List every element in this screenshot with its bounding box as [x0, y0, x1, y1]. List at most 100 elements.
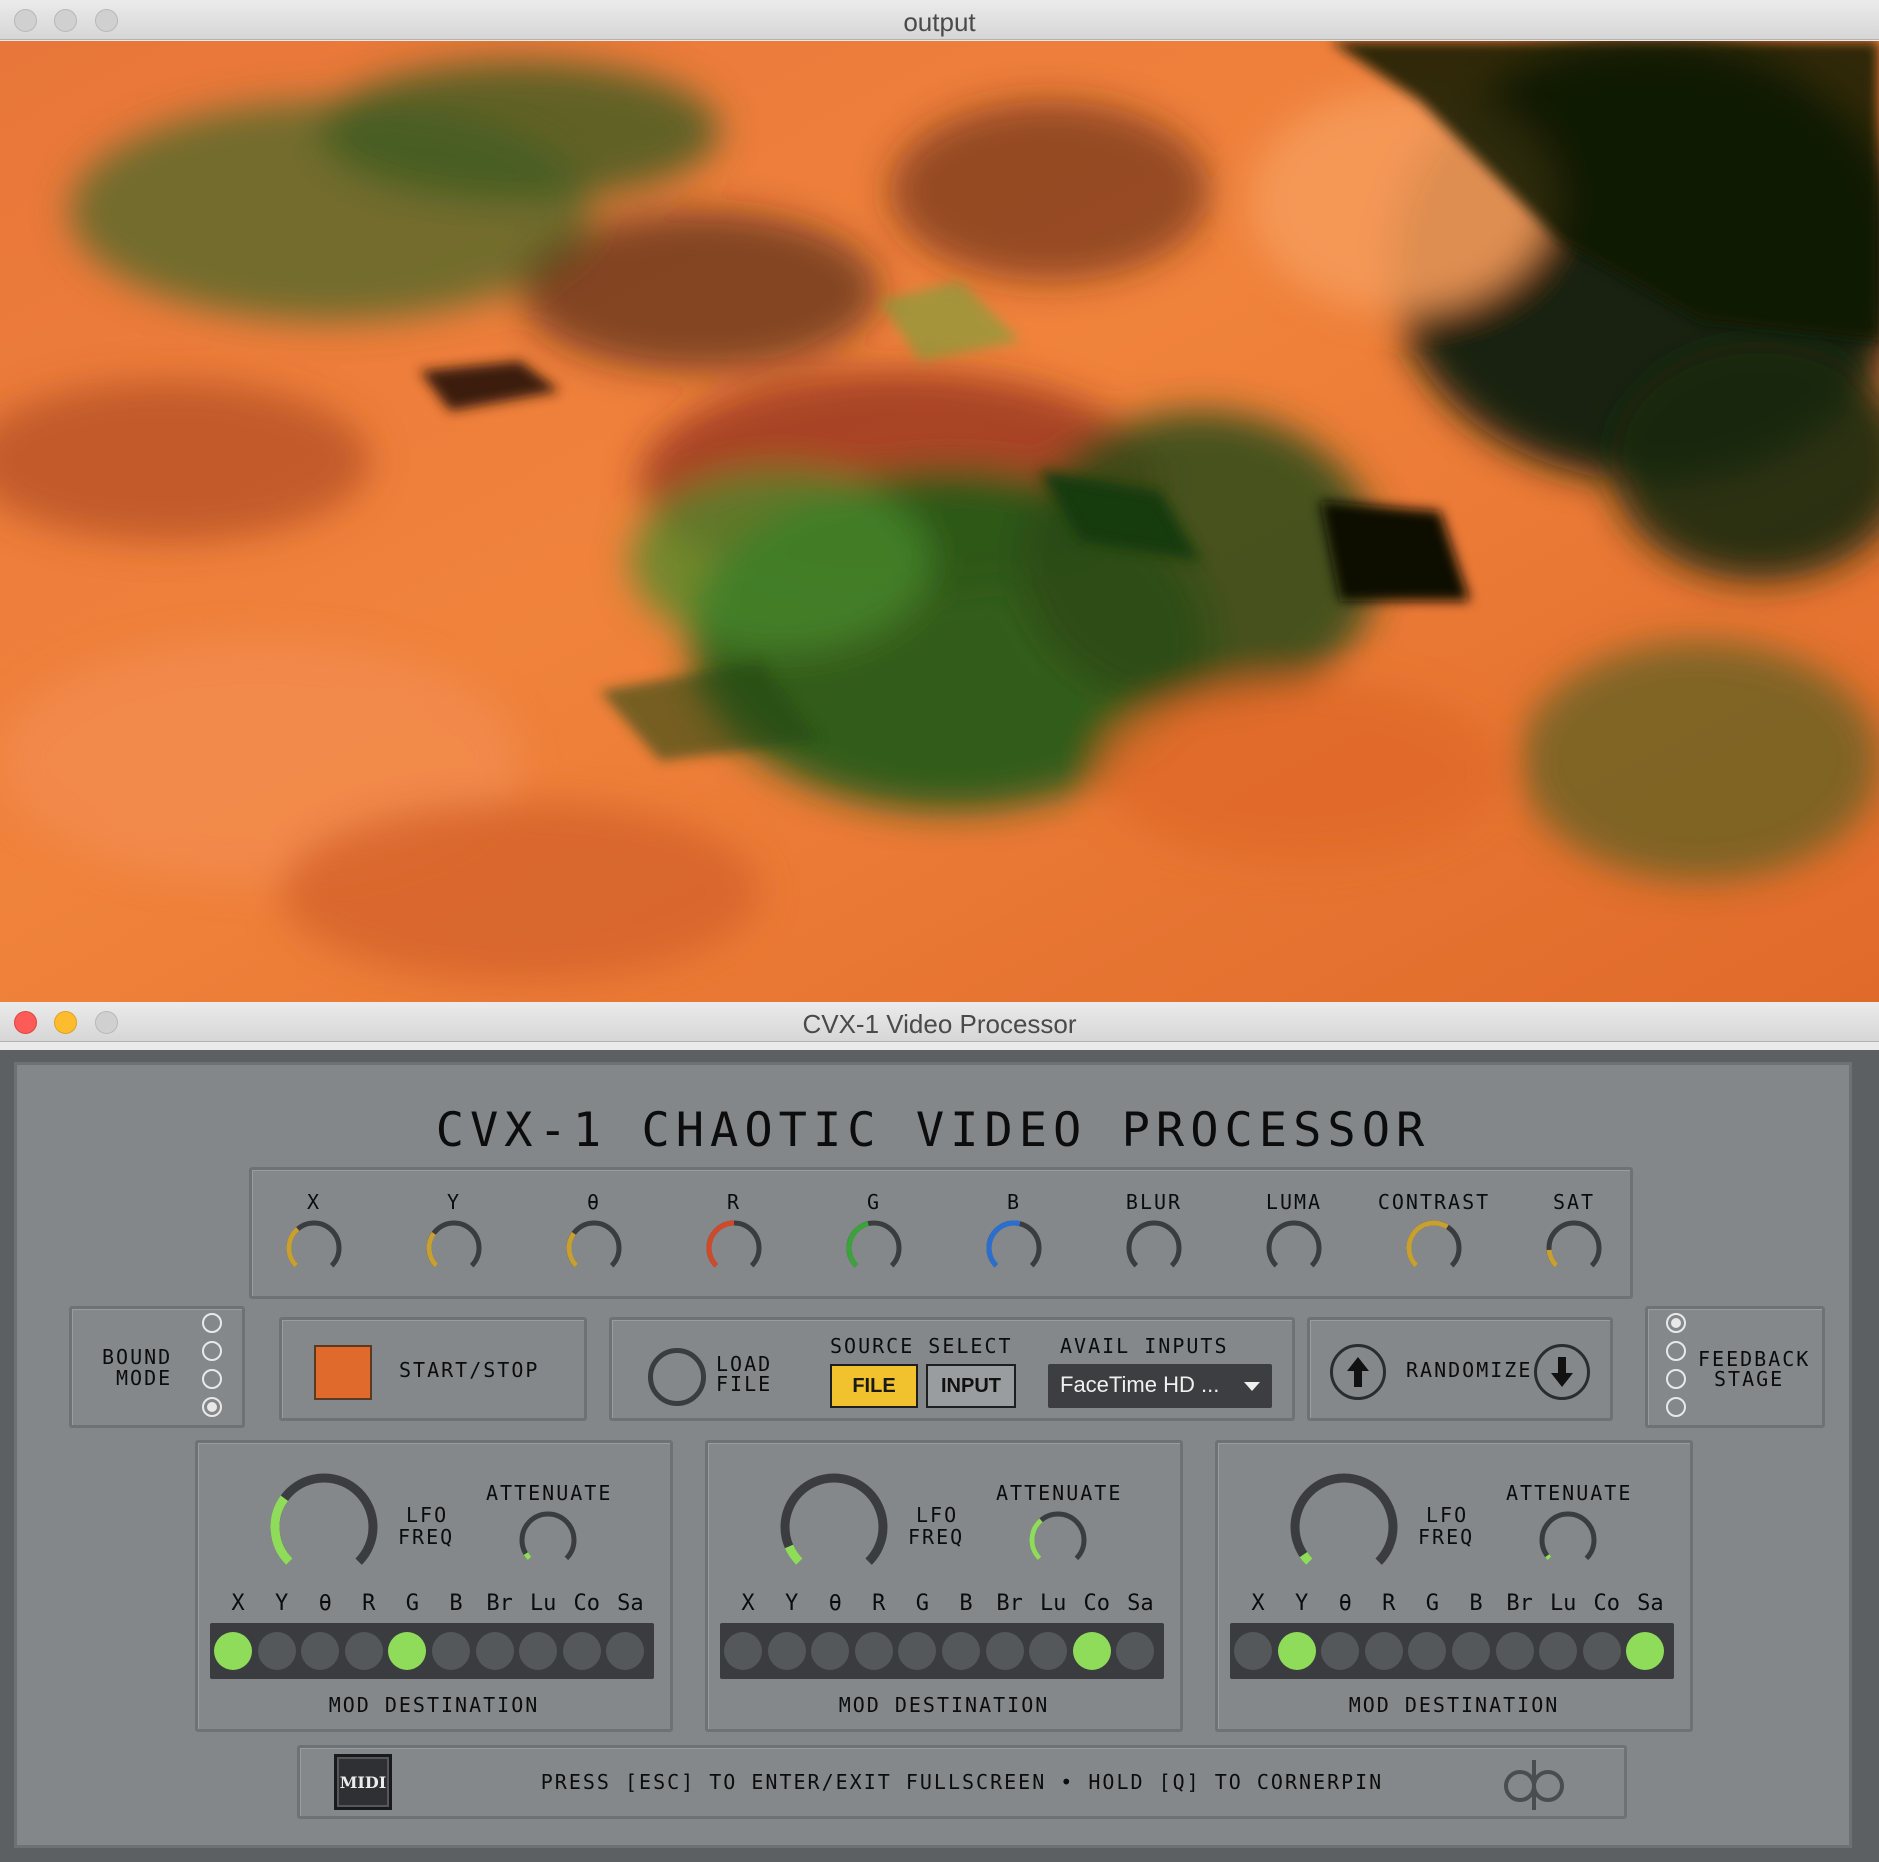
lfo-freq-dial-0[interactable] [266, 1469, 382, 1585]
attenuate-knob[interactable] [517, 1509, 579, 1576]
mod-destination-toggle-5[interactable] [1452, 1632, 1490, 1670]
mod-label-4: G [1425, 1591, 1440, 1616]
attenuate-dial-1[interactable] [1027, 1509, 1089, 1571]
attenuate-dial-0[interactable] [517, 1509, 579, 1571]
arrow-up-icon [1347, 1357, 1369, 1387]
source-file-button[interactable]: FILE [830, 1364, 918, 1408]
randomize-down-button[interactable] [1534, 1344, 1590, 1400]
mod-destination-toggle-2[interactable] [811, 1632, 850, 1670]
mod-label-0: X [741, 1591, 755, 1616]
mod-destination-toggle-5[interactable] [942, 1632, 980, 1670]
mod-destination-toggle-2[interactable] [301, 1632, 340, 1670]
knob-0[interactable] [284, 1218, 344, 1283]
mod-destination-strip [210, 1623, 654, 1679]
parameter-knob-group: X Yθ R G B BLUR LUMA CONTRAST SAT [249, 1167, 1633, 1299]
knob-label-7: LUMA [1265, 1190, 1323, 1214]
knob-8[interactable] [1404, 1218, 1464, 1283]
mod-destination-toggle-4[interactable] [1408, 1632, 1447, 1670]
mod-label-9: Sa [1637, 1591, 1664, 1616]
knob-6[interactable] [1124, 1218, 1184, 1283]
randomize-up-button[interactable] [1330, 1344, 1386, 1400]
mod-destination-toggle-7[interactable] [1539, 1632, 1578, 1670]
knob-9[interactable] [1544, 1218, 1604, 1283]
attenuate-knob[interactable] [1537, 1509, 1599, 1576]
avail-inputs-dropdown[interactable]: FaceTime HD ... [1048, 1364, 1272, 1408]
mod-destination-toggle-0[interactable] [724, 1632, 762, 1670]
lfo-freq-dial-2-value-arc [1299, 1551, 1313, 1565]
mod-destination-toggle-7[interactable] [519, 1632, 558, 1670]
bound-mode-radio-2[interactable] [202, 1369, 222, 1389]
processor-titlebar[interactable]: CVX-1 Video Processor [0, 1002, 1879, 1042]
knob-label-2: θ [586, 1190, 602, 1214]
lfo-freq-dial-2[interactable] [1286, 1469, 1402, 1585]
feedback-stage-radio-3[interactable] [1666, 1397, 1686, 1417]
mod-destination-toggle-1[interactable] [1277, 1632, 1316, 1670]
feedback-stage-radio-2[interactable] [1666, 1369, 1686, 1389]
mod-destination-toggle-1[interactable] [767, 1632, 806, 1670]
footer-bar: MIDI PRESS [ESC] TO ENTER/EXIT FULLSCREE… [297, 1745, 1627, 1819]
mod-destination-toggle-7[interactable] [1029, 1632, 1068, 1670]
mod-destination-toggle-9[interactable] [606, 1632, 645, 1670]
knob-2[interactable] [564, 1218, 624, 1283]
mod-destination-toggle-2[interactable] [1321, 1632, 1360, 1670]
mod-destination-toggle-8[interactable] [562, 1632, 601, 1670]
knob-dial-9[interactable] [1544, 1218, 1604, 1278]
lfo-freq-knob[interactable] [1286, 1469, 1402, 1590]
bound-mode-radio-1[interactable] [202, 1341, 222, 1361]
lfo-freq-label-1: LFO [1426, 1503, 1469, 1527]
mod-destination-toggle-6[interactable] [985, 1632, 1024, 1670]
knob-dial-0-value-arc [286, 1227, 300, 1268]
knob-dial-5[interactable] [984, 1218, 1044, 1278]
knob-5[interactable] [984, 1218, 1044, 1283]
mod-destination-toggle-3[interactable] [344, 1632, 383, 1670]
mod-label-2: θ [1338, 1591, 1352, 1616]
bound-mode-radio-3[interactable] [202, 1397, 222, 1417]
mod-destination-toggle-4[interactable] [898, 1632, 937, 1670]
mod-destination-toggle-8[interactable] [1072, 1632, 1111, 1670]
mod-destination-toggle-0[interactable] [214, 1632, 252, 1670]
attenuate-knob[interactable] [1027, 1509, 1089, 1576]
knob-4[interactable] [844, 1218, 904, 1283]
source-input-button[interactable]: INPUT [926, 1364, 1016, 1408]
mod-destination-toggle-8[interactable] [1582, 1632, 1621, 1670]
knob-dial-4-value-arc [846, 1221, 869, 1268]
lfo-freq-dial-1[interactable] [776, 1469, 892, 1585]
mod-destination-toggle-0[interactable] [1234, 1632, 1272, 1670]
output-titlebar[interactable]: output [0, 0, 1879, 40]
mod-destination-toggle-6[interactable] [1495, 1632, 1534, 1670]
mod-destination-toggle-4[interactable] [388, 1632, 427, 1670]
mod-destination-toggle-3[interactable] [854, 1632, 893, 1670]
knob-dial-0[interactable] [284, 1218, 344, 1278]
mod-destination-toggle-3[interactable] [1364, 1632, 1403, 1670]
source-select-label: SOURCE SELECT [830, 1334, 1013, 1358]
feedback-stage-radio-1[interactable] [1666, 1341, 1686, 1361]
knob-dial-6[interactable] [1124, 1218, 1184, 1278]
mod-destination-toggle-9[interactable] [1116, 1632, 1155, 1670]
bound-mode-radio-0[interactable] [202, 1313, 222, 1333]
knob-1[interactable] [424, 1218, 484, 1283]
knob-dial-1[interactable] [424, 1218, 484, 1278]
panel-heading: CVX-1 CHAOTIC VIDEO PROCESSOR [435, 1103, 1431, 1158]
knob-dial-2[interactable] [564, 1218, 624, 1278]
lfo-freq-knob[interactable] [776, 1469, 892, 1590]
knob-dial-4[interactable] [844, 1218, 904, 1278]
mod-destination-toggle-1[interactable] [257, 1632, 296, 1670]
knob-dial-3[interactable] [704, 1218, 764, 1278]
randomize-group: RANDOMIZE [1307, 1317, 1613, 1421]
knob-dial-8[interactable] [1404, 1218, 1464, 1278]
attenuate-dial-2[interactable] [1537, 1509, 1599, 1571]
feedback-stage-radio-0[interactable] [1666, 1313, 1686, 1333]
knob-7[interactable] [1264, 1218, 1324, 1283]
bound-mode-label-2: MODE [116, 1366, 173, 1390]
lfo-freq-knob[interactable] [266, 1469, 382, 1590]
arrow-down-icon [1551, 1357, 1573, 1387]
mod-destination-toggle-5[interactable] [432, 1632, 470, 1670]
load-file-button[interactable] [648, 1348, 706, 1406]
start-stop-button[interactable] [314, 1345, 372, 1400]
knob-dial-7[interactable] [1264, 1218, 1324, 1278]
mod-destination-toggle-9[interactable] [1626, 1632, 1665, 1670]
window-title: CVX-1 Video Processor [802, 1009, 1077, 1039]
feedback-stage-label-2: STAGE [1714, 1367, 1785, 1391]
knob-3[interactable] [704, 1218, 764, 1283]
mod-destination-toggle-6[interactable] [475, 1632, 514, 1670]
